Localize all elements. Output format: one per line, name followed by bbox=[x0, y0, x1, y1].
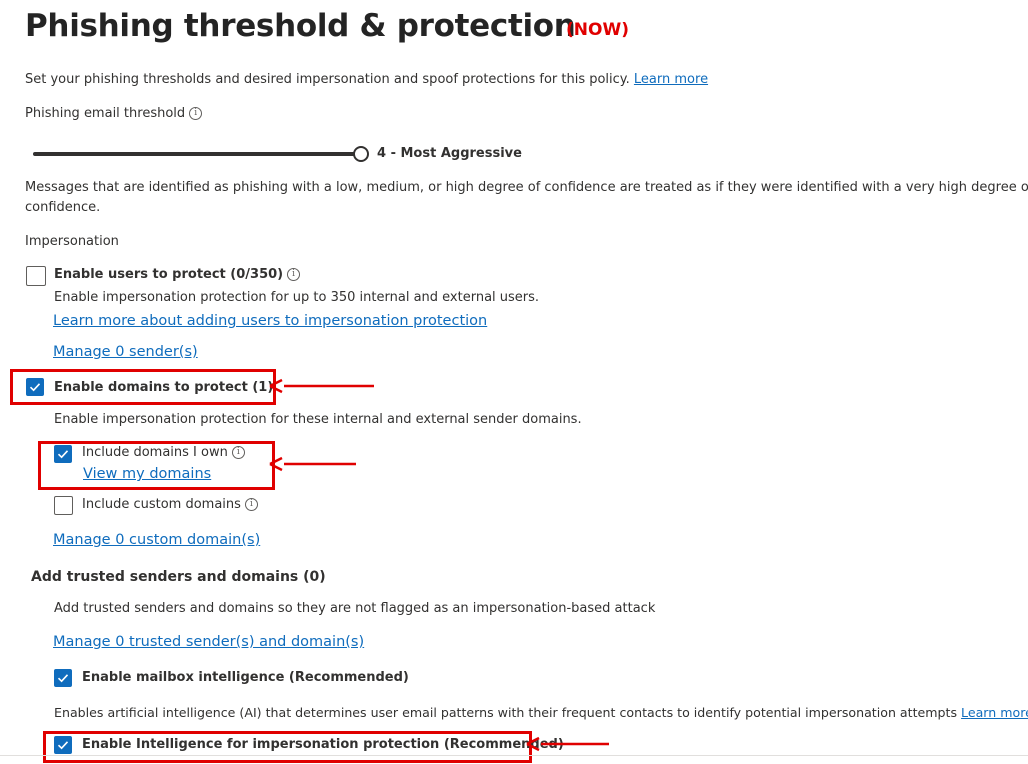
users-checkbox[interactable] bbox=[26, 266, 46, 286]
trusted-description: Add trusted senders and domains so they … bbox=[54, 601, 656, 616]
mailbox-intelligence-label: Enable mailbox intelligence (Recommended… bbox=[82, 670, 409, 685]
domains-label: Enable domains to protect (1) bbox=[54, 380, 274, 395]
include-custom-domains-checkbox[interactable] bbox=[54, 496, 73, 515]
include-owned-label-row: Include domains I own i bbox=[82, 445, 245, 460]
users-label: Enable users to protect (0/350) bbox=[54, 267, 284, 282]
intro-text: Set your phishing thresholds and desired… bbox=[25, 72, 630, 87]
threshold-description-line1: Messages that are identified as phishing… bbox=[25, 180, 1028, 195]
info-icon[interactable]: i bbox=[287, 268, 301, 281]
domains-checkbox[interactable] bbox=[26, 378, 44, 396]
users-description: Enable impersonation protection for up t… bbox=[54, 290, 540, 305]
include-owned-label: Include domains I own bbox=[82, 445, 228, 460]
manage-trusted-link[interactable]: Manage 0 trusted sender(s) and domain(s) bbox=[53, 634, 364, 650]
annotation-arrow-domains bbox=[269, 378, 374, 394]
threshold-label-row: Phishing email threshold i bbox=[25, 106, 203, 121]
users-label-row: Enable users to protect (0/350) i bbox=[54, 267, 301, 282]
now-annotation: (NOW) bbox=[566, 20, 629, 40]
mailbox-intelligence-description: Enables artificial intelligence (AI) tha… bbox=[54, 705, 958, 720]
manage-custom-domains-link[interactable]: Manage 0 custom domain(s) bbox=[53, 532, 260, 548]
include-custom-label: Include custom domains bbox=[82, 497, 241, 512]
impersonation-heading: Impersonation bbox=[25, 234, 119, 249]
include-custom-label-row: Include custom domains i bbox=[82, 497, 258, 512]
bottom-divider bbox=[0, 755, 1028, 756]
include-owned-domains-checkbox[interactable] bbox=[54, 445, 72, 463]
threshold-description-line2: confidence. bbox=[25, 200, 101, 215]
domains-description: Enable impersonation protection for thes… bbox=[54, 412, 582, 427]
mailbox-intelligence-checkbox[interactable] bbox=[54, 669, 72, 687]
threshold-value-label: 4 - Most Aggressive bbox=[377, 146, 522, 161]
intro-text-row: Set your phishing thresholds and desired… bbox=[25, 72, 708, 87]
view-my-domains-link[interactable]: View my domains bbox=[83, 466, 211, 482]
threshold-slider-track[interactable] bbox=[33, 152, 361, 156]
mailbox-learn-more-link[interactable]: Learn more bbox=[961, 705, 1028, 720]
page-title: Phishing threshold & protection bbox=[25, 8, 576, 44]
threshold-slider-thumb[interactable] bbox=[353, 146, 369, 162]
intelligence-protection-checkbox[interactable] bbox=[54, 736, 72, 754]
trusted-heading: Add trusted senders and domains (0) bbox=[31, 569, 326, 585]
annotation-arrow-intelligence bbox=[526, 736, 609, 752]
mailbox-intelligence-description-row: Enables artificial intelligence (AI) tha… bbox=[54, 705, 1028, 720]
annotation-arrow-owned-domains bbox=[269, 456, 356, 472]
users-learn-link[interactable]: Learn more about adding users to imperso… bbox=[53, 313, 487, 329]
intelligence-protection-label: Enable Intelligence for impersonation pr… bbox=[82, 737, 564, 752]
threshold-label: Phishing email threshold bbox=[25, 106, 186, 121]
info-icon[interactable]: i bbox=[189, 107, 203, 120]
info-icon[interactable]: i bbox=[231, 446, 245, 459]
manage-senders-link[interactable]: Manage 0 sender(s) bbox=[53, 344, 198, 360]
info-icon[interactable]: i bbox=[244, 498, 258, 511]
intro-learn-more-link[interactable]: Learn more bbox=[634, 72, 708, 87]
